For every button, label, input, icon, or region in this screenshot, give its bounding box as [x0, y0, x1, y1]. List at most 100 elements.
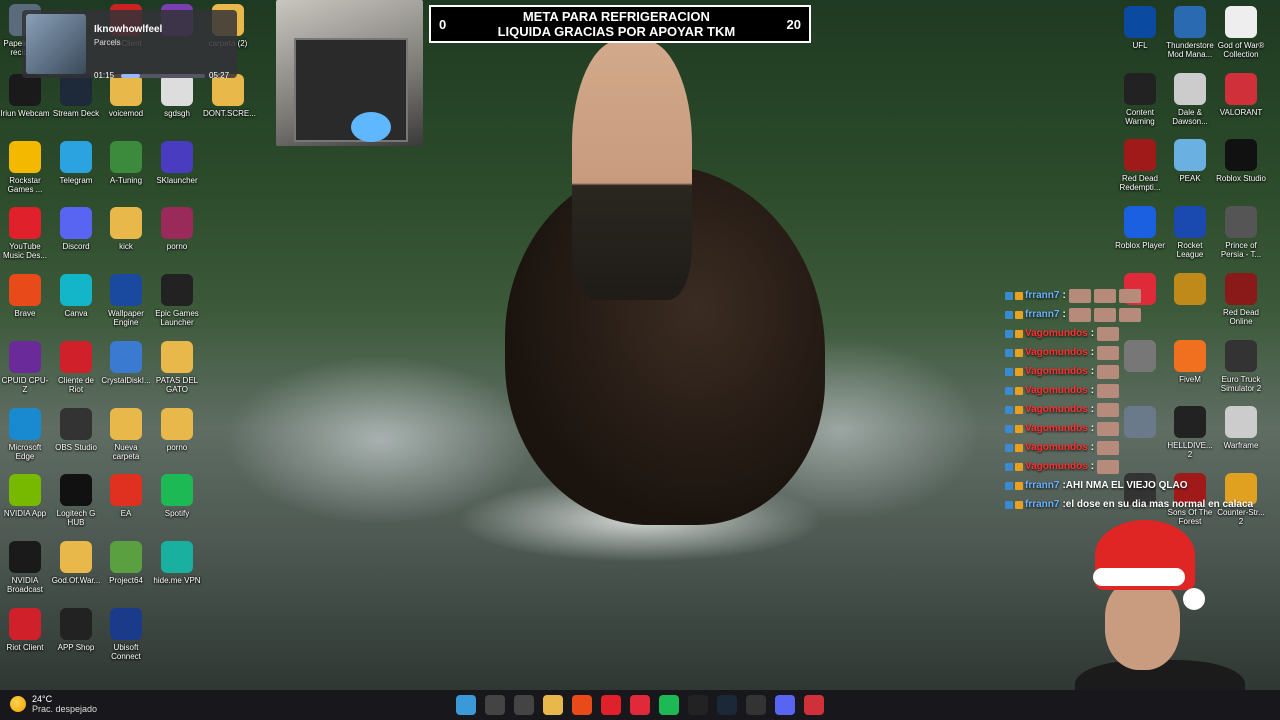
task-view-icon[interactable] — [514, 695, 534, 715]
desktop-icon[interactable]: CrystalDiskI... — [101, 340, 151, 385]
obs-icon[interactable] — [746, 695, 766, 715]
desktop-icon[interactable]: DONT.SCRE... — [203, 74, 256, 118]
chat-username: Vagomundos — [1025, 366, 1088, 377]
app-icon — [60, 474, 92, 507]
desktop-icon[interactable]: Canva — [51, 274, 101, 318]
chat-emote-icon — [1097, 459, 1120, 474]
desktop-icon[interactable]: Logitech G HUB — [51, 474, 101, 527]
epic-red-icon[interactable] — [630, 695, 650, 715]
app-icon — [161, 74, 193, 106]
spotify-icon[interactable] — [659, 695, 679, 715]
desktop-icon[interactable]: kick — [101, 207, 151, 251]
desktop-icon[interactable]: Nueva carpeta — [101, 407, 151, 461]
desktop-icon-label: Wallpaper Engine — [108, 309, 144, 328]
desktop-icon[interactable]: God.Of.War... — [51, 540, 101, 585]
desktop-icon-label: OBS Studio — [55, 442, 97, 452]
desktop-icon[interactable]: Telegram — [51, 140, 101, 185]
desktop-icon[interactable]: Riot Client — [0, 607, 50, 652]
desktop-icon[interactable]: OBS Studio — [51, 407, 101, 452]
desktop-icon-label: DONT.SCRE... — [203, 109, 256, 118]
desktop-icon[interactable]: sgdsgh — [152, 74, 202, 118]
desktop-icon[interactable]: Microsoft Edge — [0, 407, 50, 461]
album-art — [26, 14, 86, 74]
desktop-icon-label: Roblox Studio — [1216, 174, 1266, 184]
taskbar: 24°C Prac. despejado — [0, 690, 1280, 720]
desktop-icon[interactable]: porno — [152, 207, 202, 251]
desktop-icon-label: Thunderstore Mod Mana... — [1166, 41, 1214, 59]
desktop-icon-label: Epic Games Launcher — [155, 309, 199, 328]
desktop-icon[interactable]: Cliente de Riot — [51, 340, 101, 394]
desktop-icon[interactable]: Wallpaper Engine — [101, 274, 151, 327]
desktop-icon[interactable]: EA — [101, 474, 151, 518]
desktop-icon[interactable]: YouTube Music Des... — [0, 207, 50, 260]
desktop-icon[interactable]: Ubisoft Connect — [101, 607, 151, 661]
desktop-icon[interactable]: NVIDIA Broadcast — [0, 540, 50, 594]
desktop-icon[interactable]: CPUID CPU-Z — [0, 340, 50, 394]
desktop-icon-label: Content Warning — [1125, 107, 1155, 126]
desktop-icon[interactable]: voicemod — [101, 74, 151, 118]
file-explorer-icon[interactable] — [543, 695, 563, 715]
chat-badge-icon — [1005, 424, 1013, 433]
discord-icon[interactable] — [775, 695, 795, 715]
chat-emote-icon — [1097, 421, 1120, 436]
media-player-widget[interactable]: Iknowhowlfeel Parcels 01:15 05:27 — [22, 10, 237, 80]
desktop-icon-label: Rocket League — [1176, 241, 1204, 260]
chat-separator: : — [1062, 290, 1066, 301]
desktop-icon-label: APP Shop — [57, 642, 95, 652]
desktop-icon[interactable]: NVIDIA App — [0, 474, 50, 518]
desktop-icon-label: God of War® Collection — [1217, 41, 1265, 59]
desktop-icon[interactable]: Red Dead Redempti... — [1115, 139, 1165, 192]
desktop-icon[interactable]: PEAK — [1165, 139, 1215, 183]
desktop-icon[interactable]: porno — [152, 407, 202, 452]
desktop-icon-label: Ubisoft Connect — [111, 642, 141, 661]
desktop-icon[interactable]: APP Shop — [51, 607, 101, 652]
steam-icon[interactable] — [717, 695, 737, 715]
brave-icon[interactable] — [572, 695, 592, 715]
chat-badge-icon — [1015, 424, 1023, 433]
desktop-icon[interactable]: Thunderstore Mod Mana... — [1165, 6, 1215, 59]
epic-games-icon[interactable] — [688, 695, 708, 715]
chat-badge-icon — [1015, 348, 1023, 357]
desktop-icon[interactable]: Prince of Persia - T... — [1216, 206, 1266, 259]
chat-separator: : — [1090, 385, 1095, 396]
desktop-icon[interactable]: Roblox Player — [1115, 206, 1165, 250]
chat-username: frrann7 — [1025, 480, 1060, 491]
desktop-icon[interactable]: PATAS DEL GATO — [152, 340, 202, 394]
desktop-icon[interactable]: Iriun Webcam — [0, 74, 50, 118]
desktop-icon[interactable]: Content Warning — [1115, 72, 1165, 126]
desktop-icon[interactable]: Rocket League — [1165, 206, 1215, 259]
desktop-icon[interactable]: Stream Deck — [51, 74, 101, 118]
youtube-music-icon[interactable] — [601, 695, 621, 715]
desktop-icon[interactable]: hide.me VPN — [152, 540, 202, 585]
desktop-icon[interactable]: VALORANT — [1216, 72, 1266, 117]
desktop-icon-label: Spotify — [164, 509, 190, 519]
desktop-icon-label: UFL — [1132, 41, 1148, 50]
app-icon — [9, 474, 41, 507]
desktop-icon-label: Riot Client — [6, 642, 44, 652]
desktop-icon[interactable]: Roblox Studio — [1216, 139, 1266, 183]
desktop-icon[interactable]: UFL — [1115, 6, 1165, 50]
valorant-icon[interactable] — [804, 695, 824, 715]
desktop-icon[interactable]: A-Tuning — [101, 140, 151, 185]
desktop-icon[interactable]: Project64 — [101, 540, 151, 585]
desktop-icon[interactable]: Dale & Dawson... — [1165, 72, 1215, 126]
start-icon[interactable] — [456, 695, 476, 715]
app-icon — [60, 607, 92, 640]
desktop-icon[interactable]: Spotify — [152, 474, 202, 518]
santa-hat-pom — [1183, 588, 1205, 610]
desktop-icon[interactable]: God of War® Collection — [1216, 6, 1266, 59]
app-icon — [110, 474, 142, 507]
weather-widget[interactable]: 24°C Prac. despejado — [10, 694, 97, 714]
desktop-icon[interactable]: SKlauncher — [152, 140, 202, 185]
app-icon — [9, 274, 41, 307]
desktop-icon[interactable]: Epic Games Launcher — [152, 274, 202, 327]
app-icon — [60, 207, 92, 240]
desktop-icon[interactable]: Rockstar Games ... — [0, 140, 50, 194]
app-icon — [60, 340, 92, 373]
desktop-icon[interactable]: Discord — [51, 207, 101, 251]
app-icon — [60, 74, 92, 106]
weather-temp: 24°C — [32, 694, 53, 704]
progress-bar[interactable] — [121, 74, 205, 78]
desktop-icon[interactable]: Brave — [0, 274, 50, 318]
search-icon[interactable] — [485, 695, 505, 715]
